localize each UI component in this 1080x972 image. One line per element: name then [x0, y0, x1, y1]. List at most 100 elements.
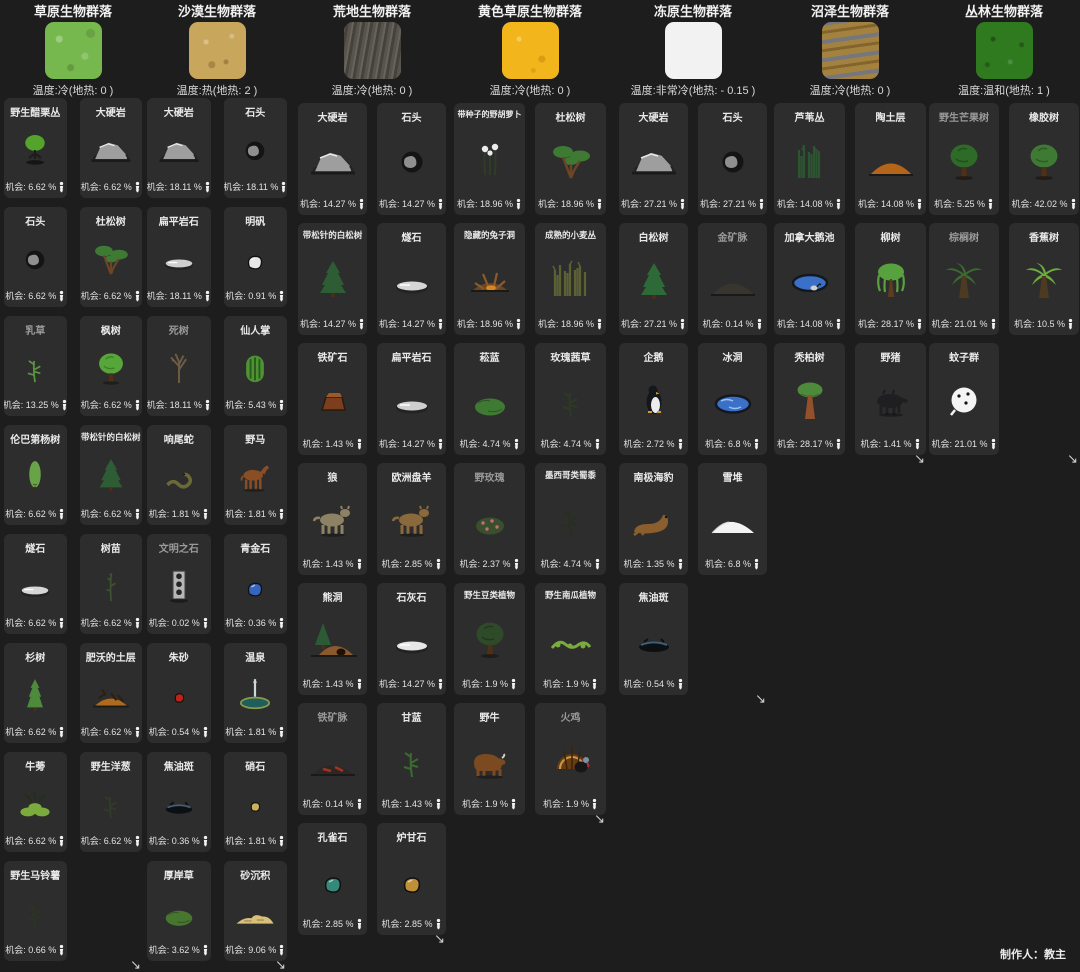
item-card[interactable]: 雪堆机会: 6.8 % — [698, 463, 767, 575]
item-card[interactable]: 石头机会: 14.27 % — [377, 103, 446, 215]
item-card[interactable]: 铁矿石机会: 1.43 % — [298, 343, 367, 455]
item-card[interactable]: 秃柏树机会: 28.17 % — [774, 343, 845, 455]
item-card[interactable]: 火鸡机会: 1.9 % — [535, 703, 606, 815]
item-card[interactable]: 文明之石机会: 0.02 % — [147, 534, 211, 634]
item-card[interactable]: 孔雀石机会: 2.85 % — [298, 823, 367, 935]
item-card[interactable]: 野玫瑰机会: 2.37 % — [454, 463, 525, 575]
item-card[interactable]: 欧洲盘羊机会: 2.85 % — [377, 463, 446, 575]
alum-icon — [226, 228, 286, 289]
item-card[interactable]: 玫瑰茜草机会: 4.74 % — [535, 343, 606, 455]
item-card[interactable]: 冰洞机会: 6.8 % — [698, 343, 767, 455]
item-name: 南极海豹 — [634, 469, 674, 484]
ice-hole-icon — [700, 364, 765, 437]
item-card[interactable]: 南极海豹机会: 1.35 % — [619, 463, 688, 575]
resize-handle-icon[interactable]: ↘ — [275, 959, 286, 971]
item-card[interactable]: 墨西哥类蜀黍机会: 4.74 % — [535, 463, 606, 575]
item-card[interactable]: 杜松树机会: 18.96 % — [535, 103, 606, 215]
item-card[interactable]: 石头机会: 6.62 % — [4, 207, 67, 307]
item-name: 石头 — [723, 109, 743, 124]
item-card[interactable]: 明矾机会: 0.91 % — [224, 207, 288, 307]
item-card[interactable]: 燧石机会: 14.27 % — [377, 223, 446, 335]
item-card[interactable]: 石头机会: 18.11 % — [224, 98, 288, 198]
goose-pond-icon — [776, 244, 843, 317]
item-card[interactable]: 仙人掌机会: 5.43 % — [224, 316, 288, 416]
item-card[interactable]: 大硬岩机会: 14.27 % — [298, 103, 367, 215]
item-card[interactable]: 硝石机会: 1.81 % — [224, 752, 288, 852]
item-card[interactable]: 大硬岩机会: 6.62 % — [80, 98, 143, 198]
item-card[interactable]: 焦油斑机会: 0.54 % — [619, 583, 688, 695]
resize-handle-icon[interactable]: ↘ — [755, 693, 766, 705]
item-card[interactable]: 野生南瓜植物机会: 1.9 % — [535, 583, 606, 695]
item-card[interactable]: 石灰石机会: 14.27 % — [377, 583, 446, 695]
resize-handle-icon[interactable]: ↘ — [130, 959, 141, 971]
item-card[interactable]: 狼机会: 1.43 % — [298, 463, 367, 575]
item-card[interactable]: 枫树机会: 6.62 % — [80, 316, 143, 416]
item-card[interactable]: 陶土层机会: 14.08 % — [855, 103, 926, 215]
item-card[interactable]: 芦苇丛机会: 14.08 % — [774, 103, 845, 215]
item-card[interactable]: 隐藏的兔子洞机会: 18.96 % — [454, 223, 525, 335]
item-name: 橡胶树 — [1029, 109, 1059, 124]
item-card[interactable]: 柳树机会: 28.17 % — [855, 223, 926, 335]
resize-handle-icon[interactable]: ↘ — [594, 813, 605, 825]
item-card[interactable]: 野马机会: 1.81 % — [224, 425, 288, 525]
item-card[interactable]: 白松树机会: 27.21 % — [619, 223, 688, 335]
item-card[interactable]: 砂沉积机会: 9.06 % — [224, 861, 288, 961]
item-card[interactable]: 带松针的白松树机会: 6.62 % — [80, 425, 143, 525]
item-card[interactable]: 野生芒果树机会: 5.25 % — [929, 103, 999, 215]
item-card[interactable]: 牛蒡机会: 6.62 % — [4, 752, 67, 852]
iron-vein-icon — [300, 724, 365, 797]
item-card[interactable]: 杉树机会: 6.62 % — [4, 643, 67, 743]
item-card[interactable]: 响尾蛇机会: 1.81 % — [147, 425, 211, 525]
spawn-person-icon — [835, 318, 842, 330]
item-card[interactable]: 扁平岩石机会: 18.11 % — [147, 207, 211, 307]
item-card[interactable]: 炉甘石机会: 2.85 % — [377, 823, 446, 935]
item-card[interactable]: 蚊子群机会: 21.01 % — [929, 343, 999, 455]
item-name: 焦油斑 — [639, 589, 669, 604]
item-card[interactable]: 橡胶树机会: 42.02 % — [1009, 103, 1079, 215]
item-card[interactable]: 野生醋栗丛机会: 6.62 % — [4, 98, 67, 198]
spawn-person-icon — [356, 678, 363, 690]
item-card[interactable]: 大硬岩机会: 27.21 % — [619, 103, 688, 215]
item-card[interactable]: 青金石机会: 0.36 % — [224, 534, 288, 634]
item-card[interactable]: 带松针的白松树机会: 14.27 % — [298, 223, 367, 335]
spawn-person-icon — [278, 944, 285, 956]
item-chance: 机会: 13.25 % — [4, 398, 67, 411]
item-card[interactable]: 野猪机会: 1.41 % — [855, 343, 926, 455]
item-card[interactable]: 菘蓝机会: 4.74 % — [454, 343, 525, 455]
item-card[interactable]: 棕榈树机会: 21.01 % — [929, 223, 999, 335]
item-card[interactable]: 野牛机会: 1.9 % — [454, 703, 525, 815]
item-chance: 机会: 42.02 % — [1011, 197, 1076, 210]
item-card[interactable]: 杜松树机会: 6.62 % — [80, 207, 143, 307]
resize-handle-icon[interactable]: ↘ — [914, 453, 925, 465]
item-card[interactable]: 燧石机会: 6.62 % — [4, 534, 67, 634]
item-card[interactable]: 甘蓝机会: 1.43 % — [377, 703, 446, 815]
item-card[interactable]: 厚岸草机会: 3.62 % — [147, 861, 211, 961]
item-card[interactable]: 死树机会: 18.11 % — [147, 316, 211, 416]
resize-handle-icon[interactable]: ↘ — [434, 933, 445, 945]
item-card[interactable]: 肥沃的土层机会: 6.62 % — [80, 643, 143, 743]
item-card[interactable]: 树苗机会: 6.62 % — [80, 534, 143, 634]
item-card[interactable]: 带种子的野胡萝卜机会: 18.96 % — [454, 103, 525, 215]
spawn-person-icon — [437, 678, 444, 690]
item-card[interactable]: 温泉机会: 1.81 % — [224, 643, 288, 743]
item-card[interactable]: 金矿脉机会: 0.14 % — [698, 223, 767, 335]
item-card[interactable]: 铁矿脉机会: 0.14 % — [298, 703, 367, 815]
resize-handle-icon[interactable]: ↘ — [1067, 453, 1078, 465]
item-card[interactable]: 伦巴第杨树机会: 6.62 % — [4, 425, 67, 525]
item-card[interactable]: 香蕉树机会: 10.5 % — [1009, 223, 1079, 335]
item-card[interactable]: 熊洞机会: 1.43 % — [298, 583, 367, 695]
item-card[interactable]: 朱砂机会: 0.54 % — [147, 643, 211, 743]
item-card[interactable]: 企鹅机会: 2.72 % — [619, 343, 688, 455]
item-card[interactable]: 野生豆类植物机会: 1.9 % — [454, 583, 525, 695]
item-card[interactable]: 野生马铃薯机会: 0.66 % — [4, 861, 67, 961]
item-card[interactable]: 乳草机会: 13.25 % — [4, 316, 67, 416]
item-chance: 机会: 18.11 % — [147, 398, 211, 411]
item-card[interactable]: 大硬岩机会: 18.11 % — [147, 98, 211, 198]
item-card[interactable]: 焦油斑机会: 0.36 % — [147, 752, 211, 852]
item-card[interactable]: 成熟的小麦丛机会: 18.96 % — [535, 223, 606, 335]
saltpeter-icon — [226, 773, 286, 834]
item-card[interactable]: 野生洋葱机会: 6.62 % — [80, 752, 143, 852]
item-card[interactable]: 加拿大鹅池机会: 14.08 % — [774, 223, 845, 335]
item-card[interactable]: 石头机会: 27.21 % — [698, 103, 767, 215]
item-card[interactable]: 扁平岩石机会: 14.27 % — [377, 343, 446, 455]
